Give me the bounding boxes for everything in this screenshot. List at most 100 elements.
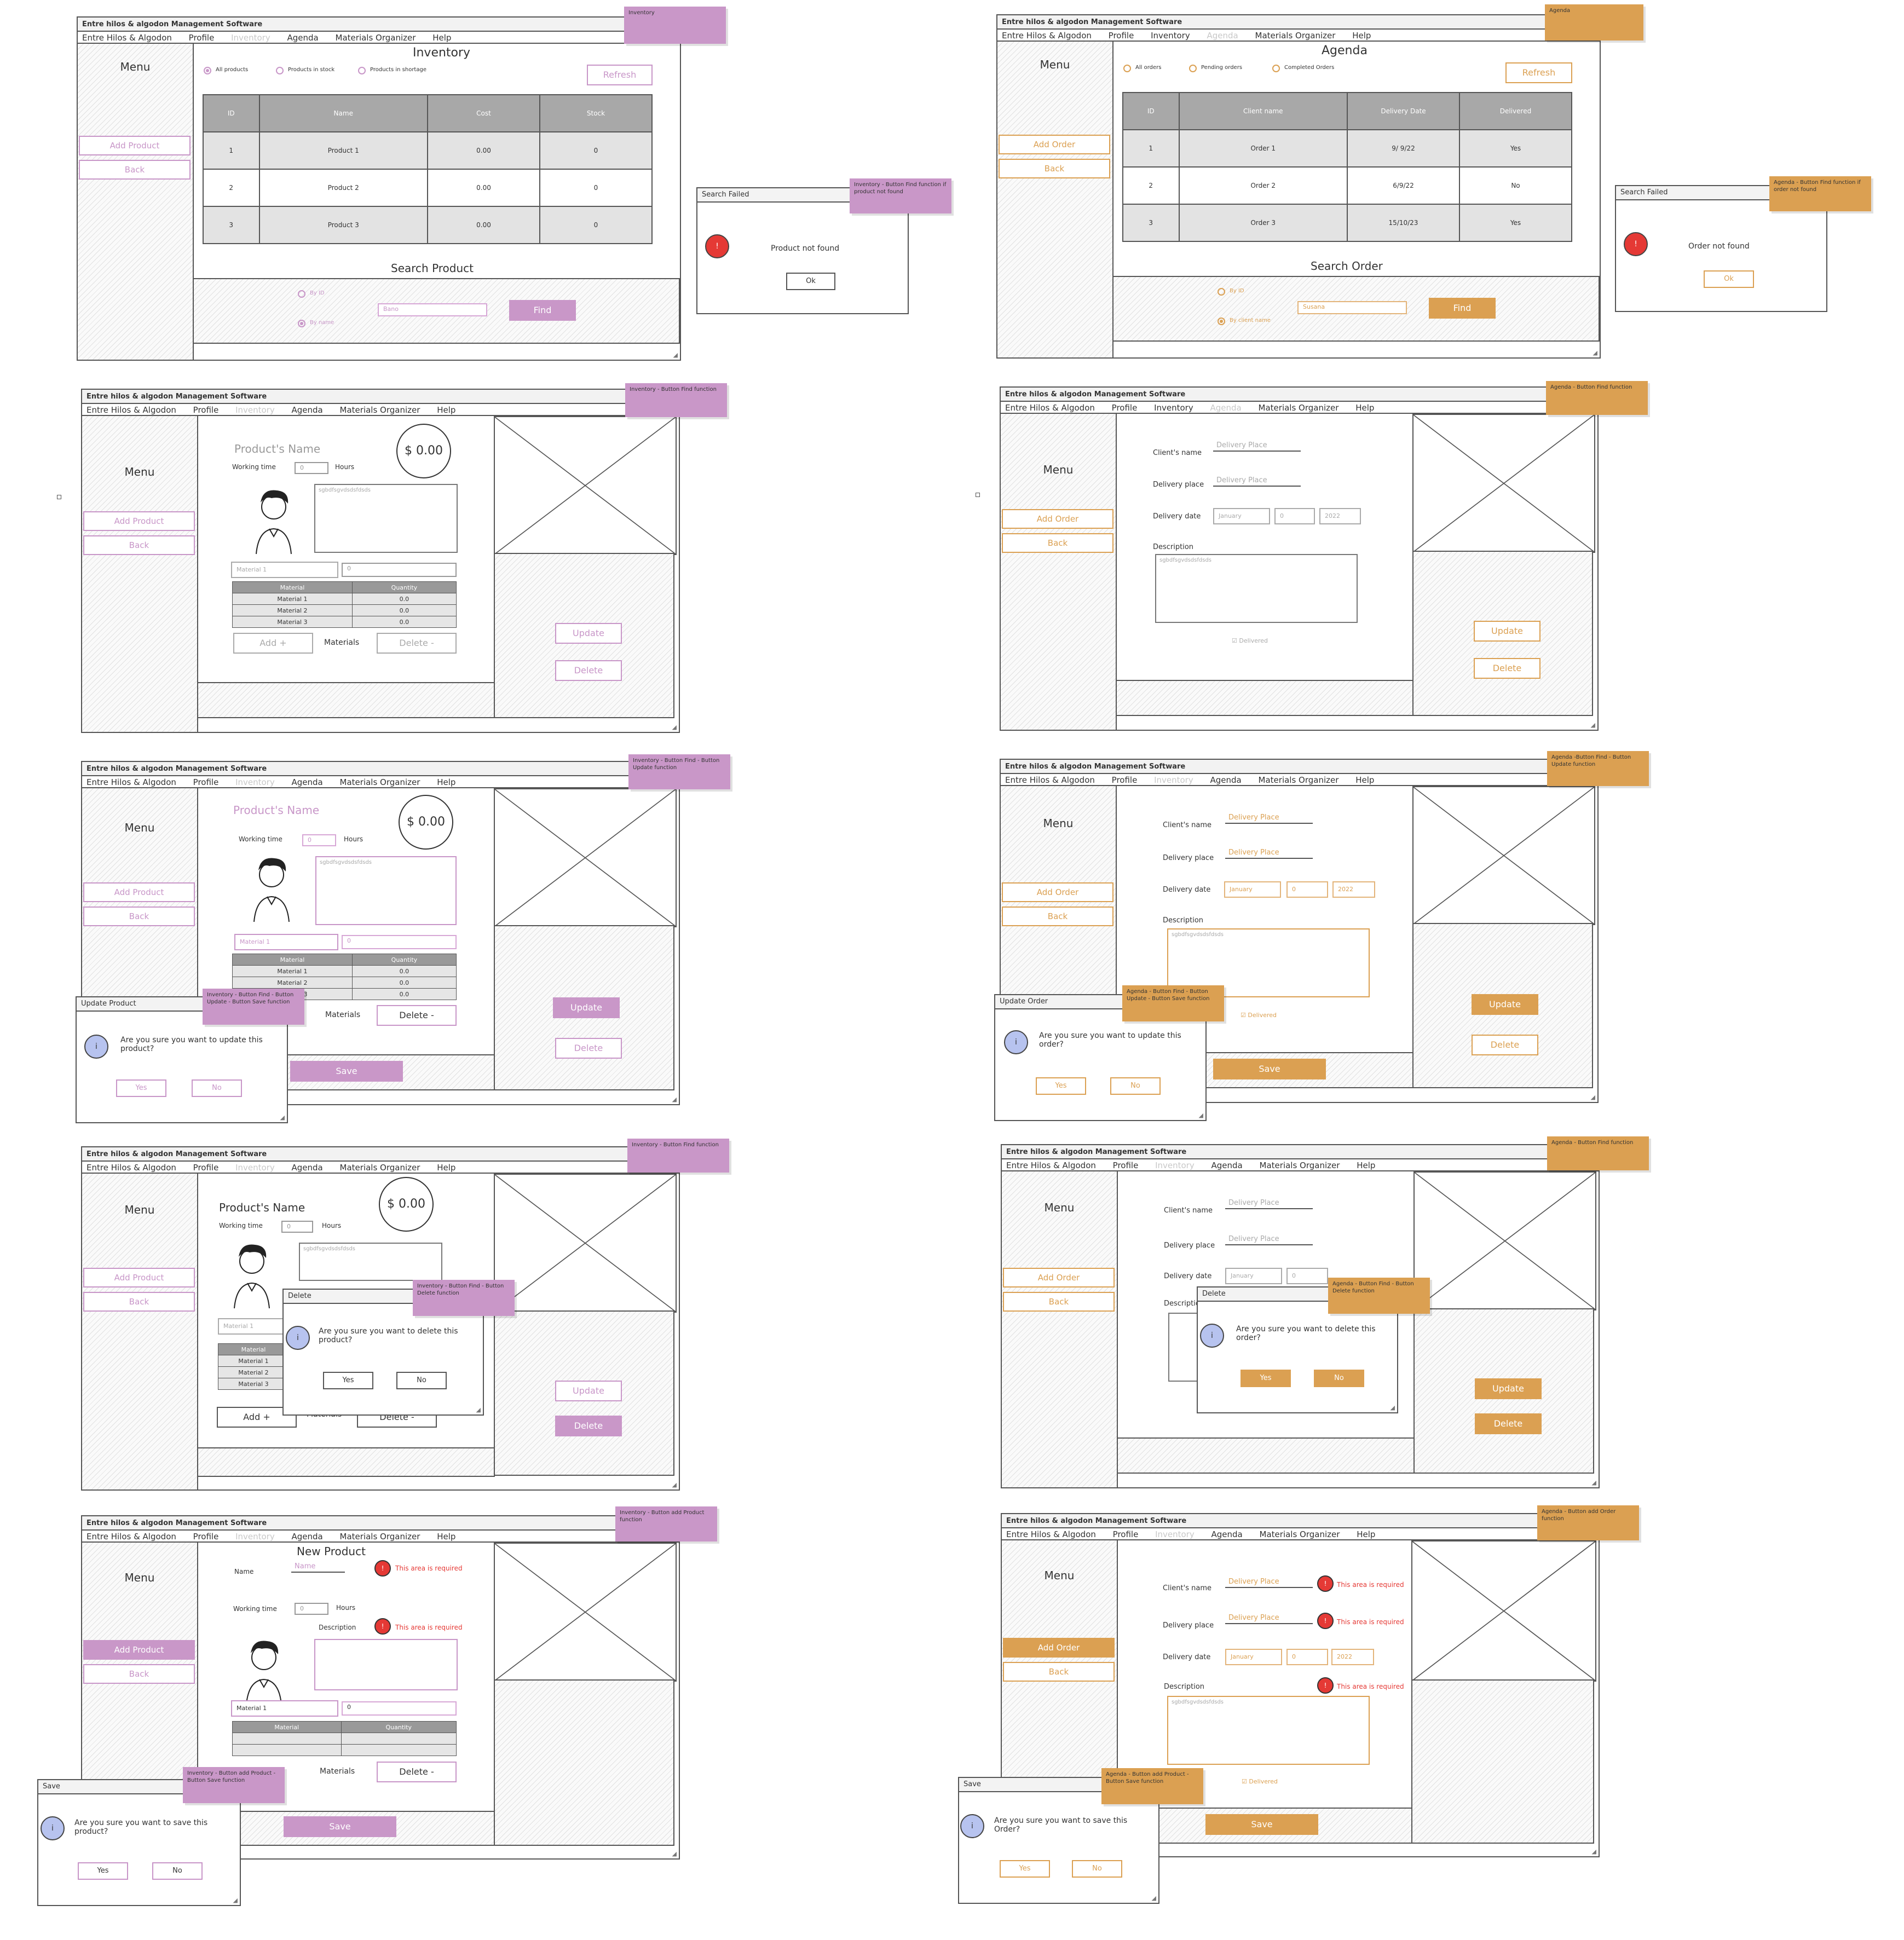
day-select[interactable]: 0 [1286,1649,1328,1665]
table-row[interactable]: Material 2 [218,1366,289,1378]
description-textarea[interactable]: sgbdfsgvdsdsfdsds [1155,554,1358,623]
month-select[interactable]: January [1224,881,1281,898]
by-id-radio[interactable] [298,290,305,298]
update-button[interactable]: Update [553,997,620,1018]
filter-stock-radio[interactable] [276,67,284,74]
menu-inventory[interactable]: Inventory [1154,775,1193,785]
resize-handle[interactable]: ◢ [280,1114,285,1121]
description-textarea[interactable] [314,1639,458,1690]
update-button[interactable]: Update [1474,621,1540,642]
menu-home[interactable]: Entre Hilos & Algodon [86,777,176,787]
clients-name-input[interactable]: Delivery Place [1225,1578,1313,1588]
no-button[interactable]: No [396,1372,447,1389]
no-button[interactable]: No [152,1862,203,1880]
menu-profile[interactable]: Profile [193,405,219,415]
add-order-button[interactable]: Add Order [1003,1268,1115,1287]
menu-help[interactable]: Help [437,777,455,787]
no-button[interactable]: No [1072,1860,1122,1878]
menu-help[interactable]: Help [432,33,451,43]
menu-home[interactable]: Entre Hilos & Algodon [86,1163,176,1173]
save-button[interactable]: Save [1213,1059,1326,1079]
working-time-stepper[interactable]: 0 [281,1221,313,1233]
working-time-stepper[interactable]: 0 [302,834,336,846]
table-row[interactable]: Material 1 0.0 [232,965,457,977]
description-textarea[interactable]: sgbdfsgvdsdsfdsds [299,1243,442,1281]
menu-help[interactable]: Help [1357,1529,1375,1539]
delete-material-button[interactable]: Delete - [377,1762,457,1782]
back-button[interactable]: Back [83,1292,195,1312]
resize-handle[interactable]: ◢ [1391,1404,1395,1411]
save-button[interactable]: Save [1205,1814,1318,1835]
table-row[interactable] [232,1733,457,1745]
filter-pending-radio[interactable] [1189,65,1197,72]
menu-agenda[interactable]: Agenda [1210,403,1242,413]
save-button[interactable]: Save [290,1061,403,1082]
menu-profile[interactable]: Profile [193,777,219,787]
back-button[interactable]: Back [1002,907,1113,926]
menu-inventory[interactable]: Inventory [1151,31,1190,41]
menu-agenda[interactable]: Agenda [292,1163,323,1173]
month-select[interactable]: January [1225,1268,1282,1284]
yes-button[interactable]: Yes [1000,1860,1050,1878]
menu-home[interactable]: Entre Hilos & Algodon [82,33,172,43]
add-product-button[interactable]: Add Product [83,511,195,531]
menu-materials[interactable]: Materials Organizer [1260,1529,1340,1539]
update-button[interactable]: Update [1475,1378,1542,1399]
find-button[interactable]: Find [1429,298,1496,319]
refresh-button[interactable]: Refresh [1505,62,1572,83]
table-row[interactable]: Material 3 [218,1378,289,1390]
material-select[interactable]: Material 1 [231,1700,338,1717]
filter-completed-radio[interactable] [1272,65,1280,72]
menu-profile[interactable]: Profile [1113,1529,1139,1539]
refresh-button[interactable]: Refresh [587,65,653,85]
table-row[interactable]: 3 Product 3 0.00 0 [203,206,653,244]
material-select[interactable]: Material 1 [231,562,338,578]
resize-handle[interactable]: ◢ [233,1897,238,1904]
delete-button[interactable]: Delete [555,1038,622,1059]
resize-handle[interactable]: ◢ [672,1481,677,1488]
add-order-button[interactable]: Add Order [1002,882,1113,902]
menu-materials[interactable]: Materials Organizer [340,1163,420,1173]
menu-inventory[interactable]: Inventory [1155,1529,1195,1539]
menu-inventory[interactable]: Inventory [1154,403,1193,413]
quantity-input[interactable]: 0 [342,935,457,949]
resize-handle[interactable]: ◢ [1591,1094,1595,1101]
resize-handle[interactable]: ◢ [1592,1479,1596,1486]
name-input[interactable]: Name [291,1562,345,1573]
menu-agenda[interactable]: Agenda [292,1532,323,1541]
description-textarea[interactable]: sgbdfsgvdsdsfdsds [315,856,457,925]
menu-home[interactable]: Entre Hilos & Algodon [1006,1529,1096,1539]
delivery-place-input[interactable]: Delivery Place [1225,1614,1313,1624]
description-textarea[interactable]: sgbdfsgvdsdsfdsds [314,484,458,553]
no-button[interactable]: No [1314,1370,1364,1387]
save-button[interactable]: Save [284,1816,396,1837]
menu-agenda[interactable]: Agenda [292,405,323,415]
resize-handle[interactable] [57,495,61,499]
clients-name-input[interactable]: Delivery Place [1213,441,1301,452]
material-select[interactable]: Material 1 [218,1318,284,1335]
working-time-stepper[interactable]: 0 [295,462,328,474]
back-button[interactable]: Back [1003,1662,1115,1682]
table-row[interactable]: 1 Product 1 0.00 0 [203,131,653,170]
menu-home[interactable]: Entre Hilos & Algodon [1006,1160,1096,1170]
resize-handle[interactable]: ◢ [1593,349,1597,356]
back-button[interactable]: Back [1003,1292,1115,1312]
update-button[interactable]: Update [1472,994,1538,1015]
quantity-input[interactable]: 0 [342,563,457,577]
back-button[interactable]: Back [83,907,195,926]
menu-materials[interactable]: Materials Organizer [1259,775,1339,785]
menu-inventory[interactable]: Inventory [235,405,275,415]
table-row[interactable]: 3 Order 3 15/10/23 Yes [1122,204,1572,242]
menu-materials[interactable]: Materials Organizer [1259,403,1339,413]
add-product-button[interactable]: Add Product [79,136,191,155]
back-button[interactable]: Back [83,535,195,555]
no-button[interactable]: No [1110,1077,1161,1095]
delivery-place-input[interactable]: Delivery Place [1225,848,1313,859]
year-select[interactable]: 2022 [1319,508,1361,524]
year-select[interactable]: 2022 [1331,1649,1374,1665]
menu-inventory[interactable]: Inventory [235,1532,275,1541]
search-input[interactable]: Bano [378,303,487,316]
table-row[interactable]: Material 2 0.0 [232,604,457,616]
resize-handle[interactable]: ◢ [1592,1848,1596,1855]
delivery-place-input[interactable]: Delivery Place [1213,476,1301,487]
